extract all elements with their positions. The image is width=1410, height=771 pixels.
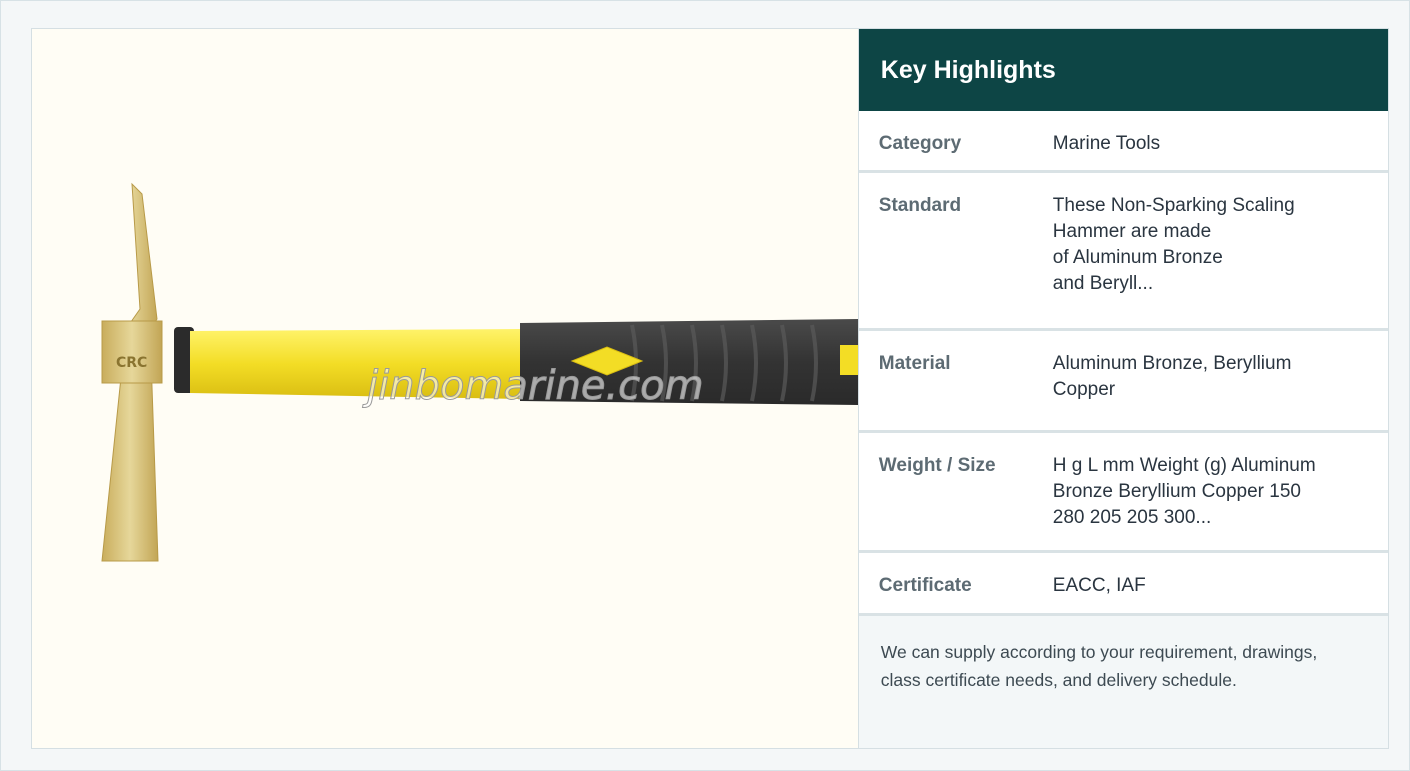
- highlight-row-weight-size: Weight / Size H g L mm Weight (g) Alumin…: [858, 433, 1388, 553]
- row-value: Marine Tools: [1052, 133, 1161, 154]
- row-label: Certificate: [878, 575, 972, 596]
- highlight-row-certificate: Certificate EACC, IAF: [858, 553, 1388, 616]
- product-card: CRC jinbomarine.com Key Highlights Categ…: [31, 28, 1389, 749]
- highlight-row-standard: Standard These Non-Sparking Scaling Hamm…: [858, 173, 1388, 331]
- row-label: Weight / Size: [878, 455, 996, 476]
- row-value: These Non-Sparking Scaling Hammer are ma…: [1052, 195, 1295, 294]
- watermark-text: jinbomarine.com: [362, 363, 704, 409]
- row-label: Material: [878, 353, 951, 374]
- hammer-illustration: CRC jinbomarine.com: [101, 182, 858, 562]
- row-label: Category: [878, 133, 962, 154]
- highlights-title: Key Highlights: [858, 29, 1388, 111]
- svg-text:CRC: CRC: [116, 355, 147, 371]
- row-label: Standard: [878, 195, 962, 216]
- highlight-row-category: Category Marine Tools: [858, 111, 1388, 173]
- highlights-panel: Key Highlights Category Marine Tools Sta…: [858, 29, 1388, 748]
- page-frame: CRC jinbomarine.com Key Highlights Categ…: [0, 0, 1410, 771]
- row-value: Aluminum Bronze, Beryllium Copper: [1052, 353, 1292, 400]
- row-value: H g L mm Weight (g) Aluminum Bronze Bery…: [1052, 455, 1316, 528]
- highlight-row-material: Material Aluminum Bronze, Beryllium Copp…: [858, 331, 1388, 433]
- supply-note: We can supply according to your requirem…: [858, 616, 1388, 748]
- product-image: CRC jinbomarine.com: [32, 29, 859, 748]
- row-value: EACC, IAF: [1052, 575, 1146, 596]
